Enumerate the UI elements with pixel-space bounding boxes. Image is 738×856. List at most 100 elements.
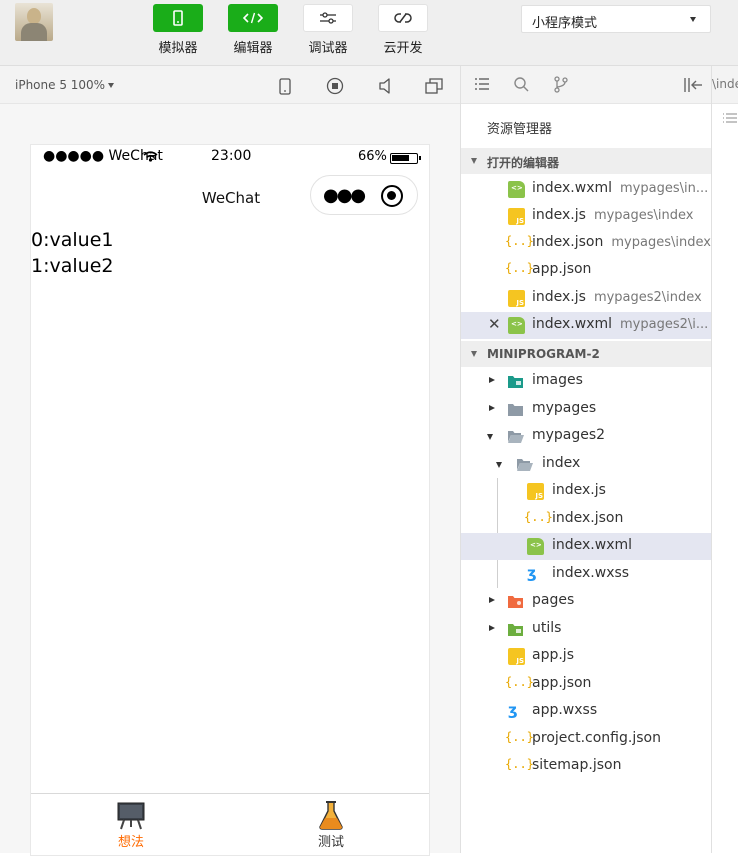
folder-name: mypages2: [532, 427, 606, 443]
js-file-icon: [508, 648, 525, 665]
source-control-icon[interactable]: [553, 76, 569, 93]
easel-icon: [116, 800, 146, 830]
wxml-file-icon: [508, 181, 525, 198]
open-editor-item[interactable]: index.js mypages\index: [461, 203, 711, 230]
folder-open-icon: [508, 431, 524, 443]
flask-icon: [316, 800, 346, 830]
tab-test[interactable]: 测试: [281, 800, 381, 850]
chevron-right-icon: [489, 377, 495, 383]
file-name: app.wxss: [532, 702, 598, 718]
simulator-toolbar: iPhone 5 100%: [0, 66, 460, 104]
outline-icon[interactable]: [722, 112, 738, 124]
tree-folder-open[interactable]: mypages2: [461, 423, 711, 450]
chevron-right-icon: [489, 625, 495, 631]
chevron-down-icon: [487, 434, 493, 440]
project-section[interactable]: MINIPROGRAM-2: [461, 341, 711, 367]
tree-folder[interactable]: pages: [461, 588, 711, 615]
chevron-down-icon: [496, 462, 502, 468]
tab-bar: 想法 测试: [31, 793, 429, 855]
battery-percent: 66%: [358, 149, 387, 164]
json-file-icon: {..}: [505, 261, 534, 275]
folder-name: index: [542, 455, 581, 471]
close-capsule-icon[interactable]: [381, 185, 403, 207]
tree-file[interactable]: {..} project.config.json: [461, 726, 711, 753]
explorer-title: 资源管理器: [487, 122, 553, 137]
file-path: mypages2\i...: [620, 317, 709, 332]
detach-window-icon[interactable]: [424, 76, 444, 96]
mode-select[interactable]: 小程序模式: [521, 5, 711, 33]
file-name: index.json: [532, 234, 604, 250]
debugger-button[interactable]: 调试器: [302, 4, 354, 56]
collapse-panel-icon[interactable]: [683, 77, 703, 93]
tree-file-selected[interactable]: index.wxml: [461, 533, 711, 560]
utils-folder-icon: [508, 624, 523, 636]
file-path: mypages\in...: [620, 181, 709, 196]
device-select[interactable]: iPhone 5 100%: [15, 78, 115, 92]
device-orientation-icon[interactable]: [275, 76, 295, 96]
device-select-label: iPhone 5 100%: [15, 78, 106, 92]
folder-open-icon: [517, 459, 533, 471]
close-icon[interactable]: ✕: [488, 315, 501, 333]
page-content: 0:value1 1:value2: [31, 227, 113, 279]
list-icon[interactable]: [474, 77, 490, 91]
tree-file[interactable]: index.js: [461, 478, 711, 505]
status-time: 23:00: [211, 148, 252, 164]
folder-name: images: [532, 372, 583, 388]
file-path: mypages2\index: [593, 290, 702, 305]
tree-file[interactable]: ʒ app.wxss: [461, 698, 711, 725]
mode-select-value: 小程序模式: [532, 16, 598, 31]
file-name: index.wxml: [552, 537, 633, 553]
tree-file[interactable]: {..} index.json: [461, 506, 711, 533]
open-editor-item[interactable]: {..} index.json mypages\index: [461, 230, 711, 257]
file-name: index.wxml: [532, 180, 613, 196]
file-name: sitemap.json: [532, 757, 622, 773]
editor-button[interactable]: 编辑器: [227, 4, 279, 56]
js-file-icon: [527, 483, 544, 500]
file-name: app.json: [532, 261, 592, 277]
list-item: 1:value2: [31, 255, 114, 277]
tree-file[interactable]: app.js: [461, 643, 711, 670]
project-label: MINIPROGRAM-2: [487, 347, 600, 361]
tree-folder[interactable]: utils: [461, 616, 711, 643]
file-name: index.js: [552, 482, 606, 498]
sound-icon[interactable]: [375, 76, 395, 96]
file-name: app.js: [532, 647, 574, 663]
more-icon[interactable]: ●●●: [323, 185, 366, 206]
file-path: mypages\index: [611, 235, 711, 250]
js-file-icon: [508, 290, 525, 307]
tree-folder[interactable]: images: [461, 368, 711, 395]
file-name: index.wxss: [552, 565, 630, 581]
tree-folder[interactable]: mypages: [461, 396, 711, 423]
file-name: app.json: [532, 675, 592, 691]
file-name: index.json: [552, 510, 624, 526]
tree-file[interactable]: ʒ index.wxss: [461, 561, 711, 588]
search-icon[interactable]: [513, 76, 529, 92]
tree-file[interactable]: {..} sitemap.json: [461, 753, 711, 780]
pages-folder-icon: [508, 596, 523, 608]
json-file-icon: {..}: [505, 730, 534, 744]
json-file-icon: {..}: [524, 510, 553, 524]
editor-tab[interactable]: \inde: [712, 66, 738, 104]
user-avatar[interactable]: [15, 3, 53, 41]
wxml-file-icon: [508, 317, 525, 334]
menu-capsule[interactable]: ●●●: [310, 175, 418, 215]
tab-idea[interactable]: 想法: [81, 800, 181, 850]
record-icon[interactable]: [325, 76, 345, 96]
tree-file[interactable]: {..} app.json: [461, 671, 711, 698]
open-editor-item[interactable]: index.wxml mypages\in...: [461, 176, 711, 203]
cloud-dev-button[interactable]: 云开发: [377, 4, 429, 56]
tab-test-label: 测试: [317, 835, 344, 850]
open-editor-item-active[interactable]: ✕ index.wxml mypages2\i...: [461, 312, 711, 339]
open-editor-item[interactable]: index.js mypages2\index: [461, 285, 711, 312]
chevron-right-icon: [489, 597, 495, 603]
chevron-down-icon: [471, 351, 477, 357]
open-editor-item[interactable]: {..} app.json: [461, 257, 711, 284]
open-editors-section[interactable]: 打开的编辑器: [461, 148, 711, 174]
folder-name: utils: [532, 620, 562, 636]
tree-folder-open[interactable]: index: [461, 451, 711, 478]
top-toolbar: 模拟器 编辑器 调试器 云开发 小程序模式: [0, 0, 738, 66]
simulator-button[interactable]: 模拟器: [152, 4, 204, 56]
folder-name: mypages: [532, 400, 597, 416]
code-editor[interactable]: \inde: [711, 66, 738, 853]
css-file-icon: ʒ: [508, 701, 518, 719]
